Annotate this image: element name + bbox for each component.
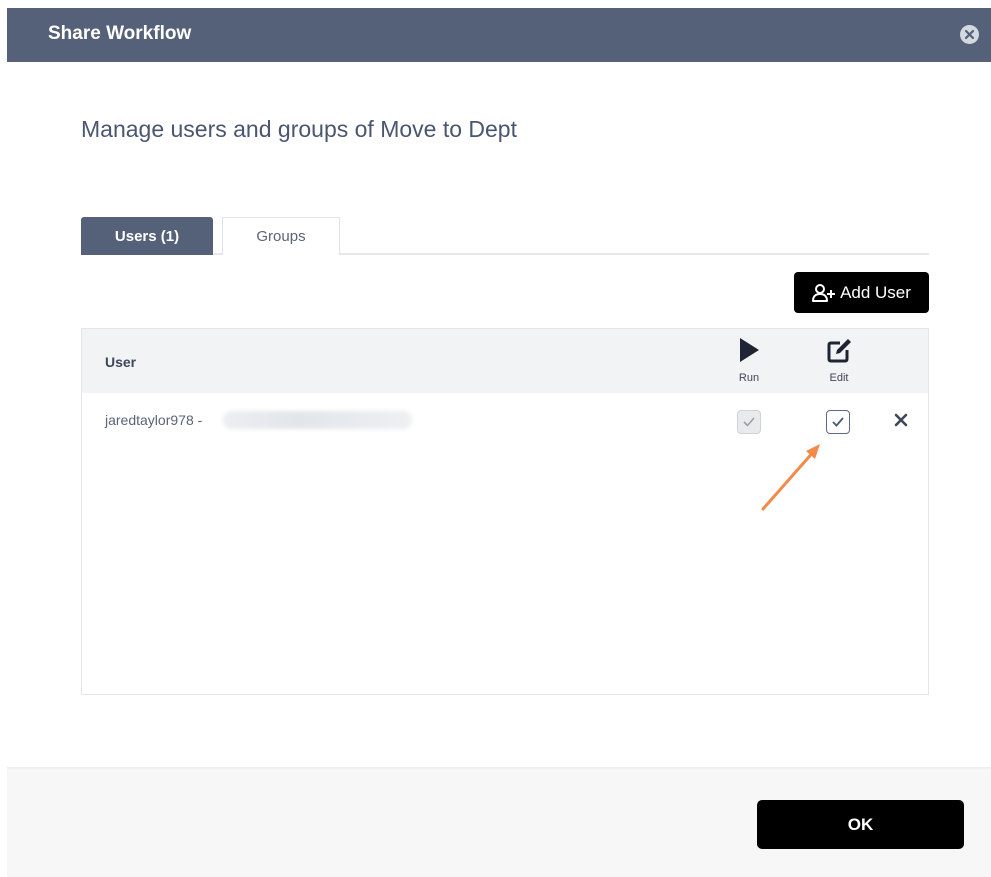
ok-button[interactable]: OK [757,800,964,849]
add-user-label: Add User [840,282,911,302]
check-icon [743,417,755,427]
close-x-icon [894,413,908,427]
column-header-user: User [105,354,137,370]
annotation-arrow [761,444,820,511]
tab-groups[interactable]: Groups [222,217,340,255]
column-header-run: Run [729,337,769,384]
check-icon [832,417,844,427]
edit-permission-checkbox[interactable] [826,410,850,434]
column-header-edit-label: Edit [829,372,849,384]
close-button[interactable] [960,25,979,44]
remove-user-button[interactable] [892,411,910,429]
column-header-run-label: Run [738,372,760,384]
edit-icon [827,339,851,363]
redacted-email [223,411,412,429]
table-header: User Run Edit [82,329,928,393]
user-plus-icon [812,283,836,302]
dialog-titlebar: Share Workflow [7,8,991,62]
column-header-edit: Edit [819,337,859,384]
dialog-heading: Manage users and groups of Move to Dept [81,116,517,142]
tab-users[interactable]: Users (1) [81,217,213,255]
add-user-button[interactable]: Add User [794,272,929,313]
close-circle-icon [964,29,975,40]
tab-bar: Users (1) Groups [81,217,929,255]
play-icon [740,338,759,362]
run-permission-checkbox [737,410,761,434]
user-name: jaredtaylor978 - [105,412,203,428]
dialog-title: Share Workflow [48,23,192,44]
share-workflow-dialog: Share Workflow Manage users and groups o… [0,0,991,877]
